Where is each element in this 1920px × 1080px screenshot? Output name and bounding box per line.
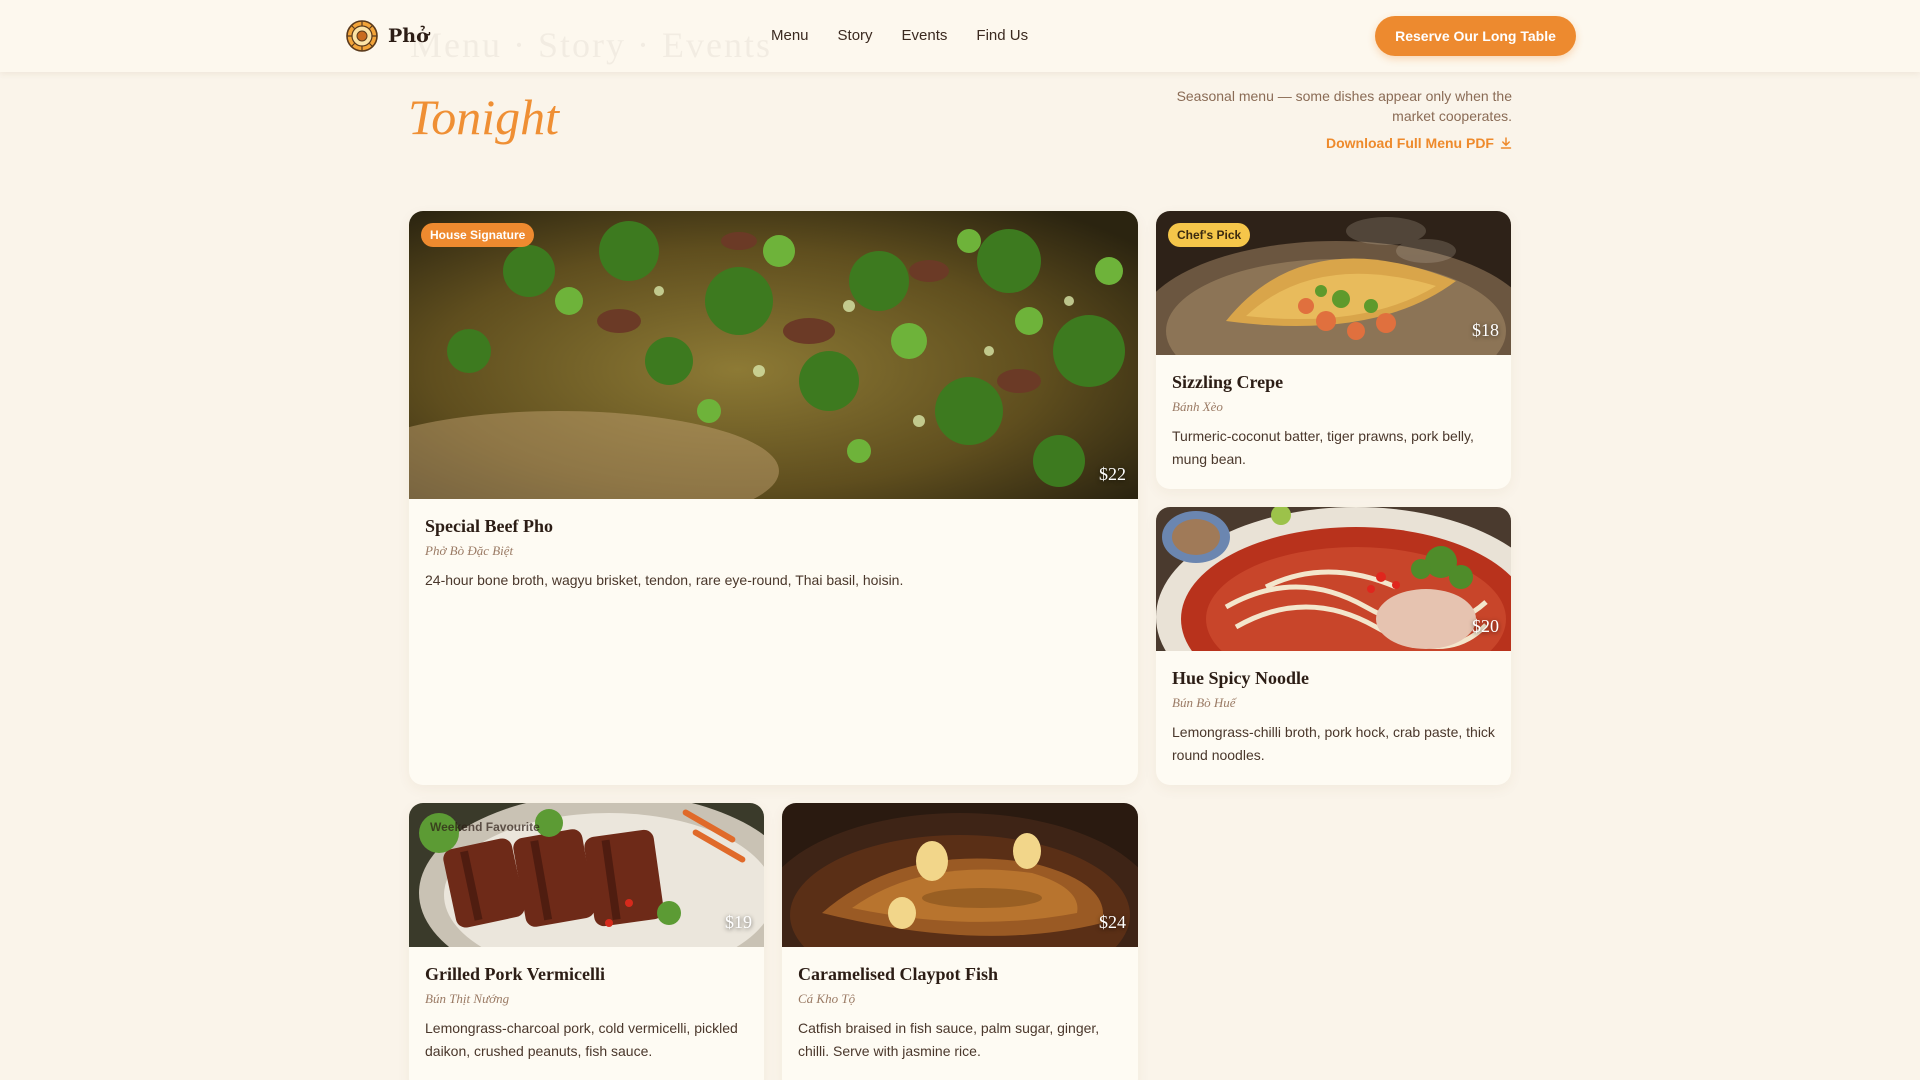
dish-name: Sizzling Crepe bbox=[1172, 372, 1284, 392]
download-menu-link[interactable]: Download Full Menu PDF bbox=[1326, 135, 1512, 151]
bowl-logo-icon bbox=[346, 20, 378, 52]
dish-native-name: Bánh Xèo bbox=[1172, 399, 1223, 414]
download-menu-label: Download Full Menu PDF bbox=[1326, 135, 1494, 151]
dish-description: Catfish braised in fish sauce, palm suga… bbox=[798, 1020, 1100, 1059]
dish-card-hue-spicy-noodle[interactable]: $20 Hue Spicy Noodle Bún Bò Huế Lemongra… bbox=[1156, 507, 1511, 785]
dish-card-sizzling-crepe[interactable]: Chef's Pick $18 Sizzling Crepe Bánh Xèo … bbox=[1156, 211, 1511, 489]
download-icon bbox=[1500, 137, 1512, 149]
nav-menu[interactable]: Menu bbox=[771, 26, 809, 46]
spicy-noodle-photo bbox=[1156, 507, 1511, 651]
dish-card-grilled-pork-vermicelli[interactable]: Weekend Favourite $19 Grilled Pork Vermi… bbox=[409, 803, 764, 1080]
ghost-heading: Menu · Story · Events bbox=[410, 25, 772, 65]
dish-description: Lemongrass-chilli broth, pork hock, crab… bbox=[1172, 724, 1495, 763]
dish-price: $19 bbox=[725, 912, 752, 932]
nav-story[interactable]: Story bbox=[838, 26, 873, 46]
dish-native-name: Bún Thịt Nướng bbox=[425, 991, 510, 1006]
dish-photo: Weekend Favourite $19 bbox=[409, 803, 764, 947]
pho-bowl-photo bbox=[409, 211, 1138, 499]
dish-photo: $20 bbox=[1156, 507, 1511, 651]
dish-description: 24-hour bone broth, wagyu brisket, tendo… bbox=[425, 572, 904, 588]
page-title: Tonight bbox=[408, 89, 560, 145]
dish-badge: Weekend Favourite bbox=[430, 820, 540, 834]
dish-price: $20 bbox=[1472, 616, 1499, 636]
dish-native-name: Phở Bò Đặc Biệt bbox=[425, 543, 514, 558]
dish-card-claypot-fish[interactable]: $24 Caramelised Claypot Fish Cá Kho Tộ C… bbox=[782, 803, 1138, 1080]
dish-price: $22 bbox=[1099, 464, 1126, 484]
dish-name: Caramelised Claypot Fish bbox=[798, 964, 998, 984]
dish-native-name: Cá Kho Tộ bbox=[798, 991, 856, 1006]
seasonal-note: Seasonal menu — some dishes appear only … bbox=[1176, 88, 1512, 124]
claypot-fish-photo bbox=[782, 803, 1138, 947]
dish-description: Lemongrass-charcoal pork, cold vermicell… bbox=[425, 1020, 738, 1059]
reserve-button[interactable]: Reserve Our Long Table bbox=[1375, 16, 1576, 56]
dish-card-special-beef-pho[interactable]: House Signature $22 Special Beef Pho Phở… bbox=[409, 211, 1138, 785]
dish-photo: Chef's Pick $18 bbox=[1156, 211, 1511, 355]
dish-price: $24 bbox=[1099, 912, 1126, 932]
nav-find-us[interactable]: Find Us bbox=[976, 26, 1028, 46]
site-header: Phở Menu · Story · Events Menu Story Eve… bbox=[0, 0, 1920, 72]
dish-photo: $24 bbox=[782, 803, 1138, 947]
dish-description: Turmeric-coconut batter, tiger prawns, p… bbox=[1172, 428, 1474, 467]
dish-name: Grilled Pork Vermicelli bbox=[425, 964, 605, 984]
dish-native-name: Bún Bò Huế bbox=[1172, 695, 1236, 710]
dish-price: $18 bbox=[1472, 320, 1499, 340]
dish-photo: House Signature $22 bbox=[409, 211, 1138, 499]
dish-badge: Chef's Pick bbox=[1168, 223, 1251, 247]
nav-events[interactable]: Events bbox=[902, 26, 948, 46]
main-nav: Menu Story Events Find Us bbox=[771, 26, 1057, 46]
dish-name: Special Beef Pho bbox=[425, 516, 553, 536]
dish-badge: House Signature bbox=[421, 223, 535, 247]
dish-name: Hue Spicy Noodle bbox=[1172, 668, 1310, 688]
